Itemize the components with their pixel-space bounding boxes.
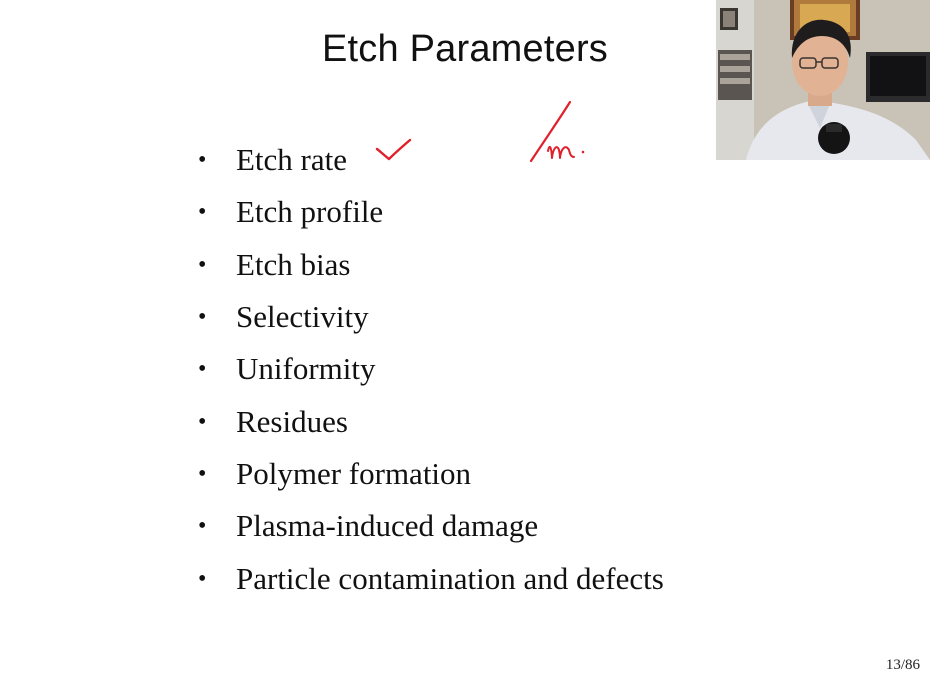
bullet-item: • Etch profile [198,186,664,238]
bullet-dot: • [198,147,207,174]
bullet-text: Residues [236,403,348,439]
bullet-dot: • [198,356,207,383]
bullet-list: • Etch rate • Etch profile • Etch bias •… [198,134,664,605]
bullet-item: • Particle contamination and defects [198,552,664,604]
page-number: 13/86 [885,657,920,673]
bullet-item: • Residues [198,395,664,447]
bullet-text: Uniformity [236,351,376,387]
bullet-item: • Etch rate [198,134,664,186]
bullet-text: Etch rate [236,142,348,178]
bullet-item: • Plasma-induced damage [198,500,664,552]
bullet-item: • Selectivity [198,291,664,343]
presenter-webcam [716,0,930,160]
bullet-item: • Etch bias [198,239,664,291]
bullet-dot: • [198,408,207,435]
bullet-dot: • [198,565,207,592]
bullet-text: Polymer formation [236,455,472,491]
bullet-text: Particle contamination and defects [236,560,664,596]
bullet-dot: • [198,304,207,331]
bullet-dot: • [198,513,207,540]
bullet-dot: • [198,460,207,487]
bullet-item: • Uniformity [198,343,664,395]
bullet-dot: • [198,251,207,278]
presenter-video-frame [716,0,930,160]
bullet-dot: • [198,199,207,226]
bullet-text: Plasma-induced damage [236,508,539,544]
bullet-text: Selectivity [236,299,369,335]
bullet-text: Etch profile [236,194,384,230]
bullet-item: • Polymer formation [198,448,664,500]
bullet-text: Etch bias [236,246,351,282]
